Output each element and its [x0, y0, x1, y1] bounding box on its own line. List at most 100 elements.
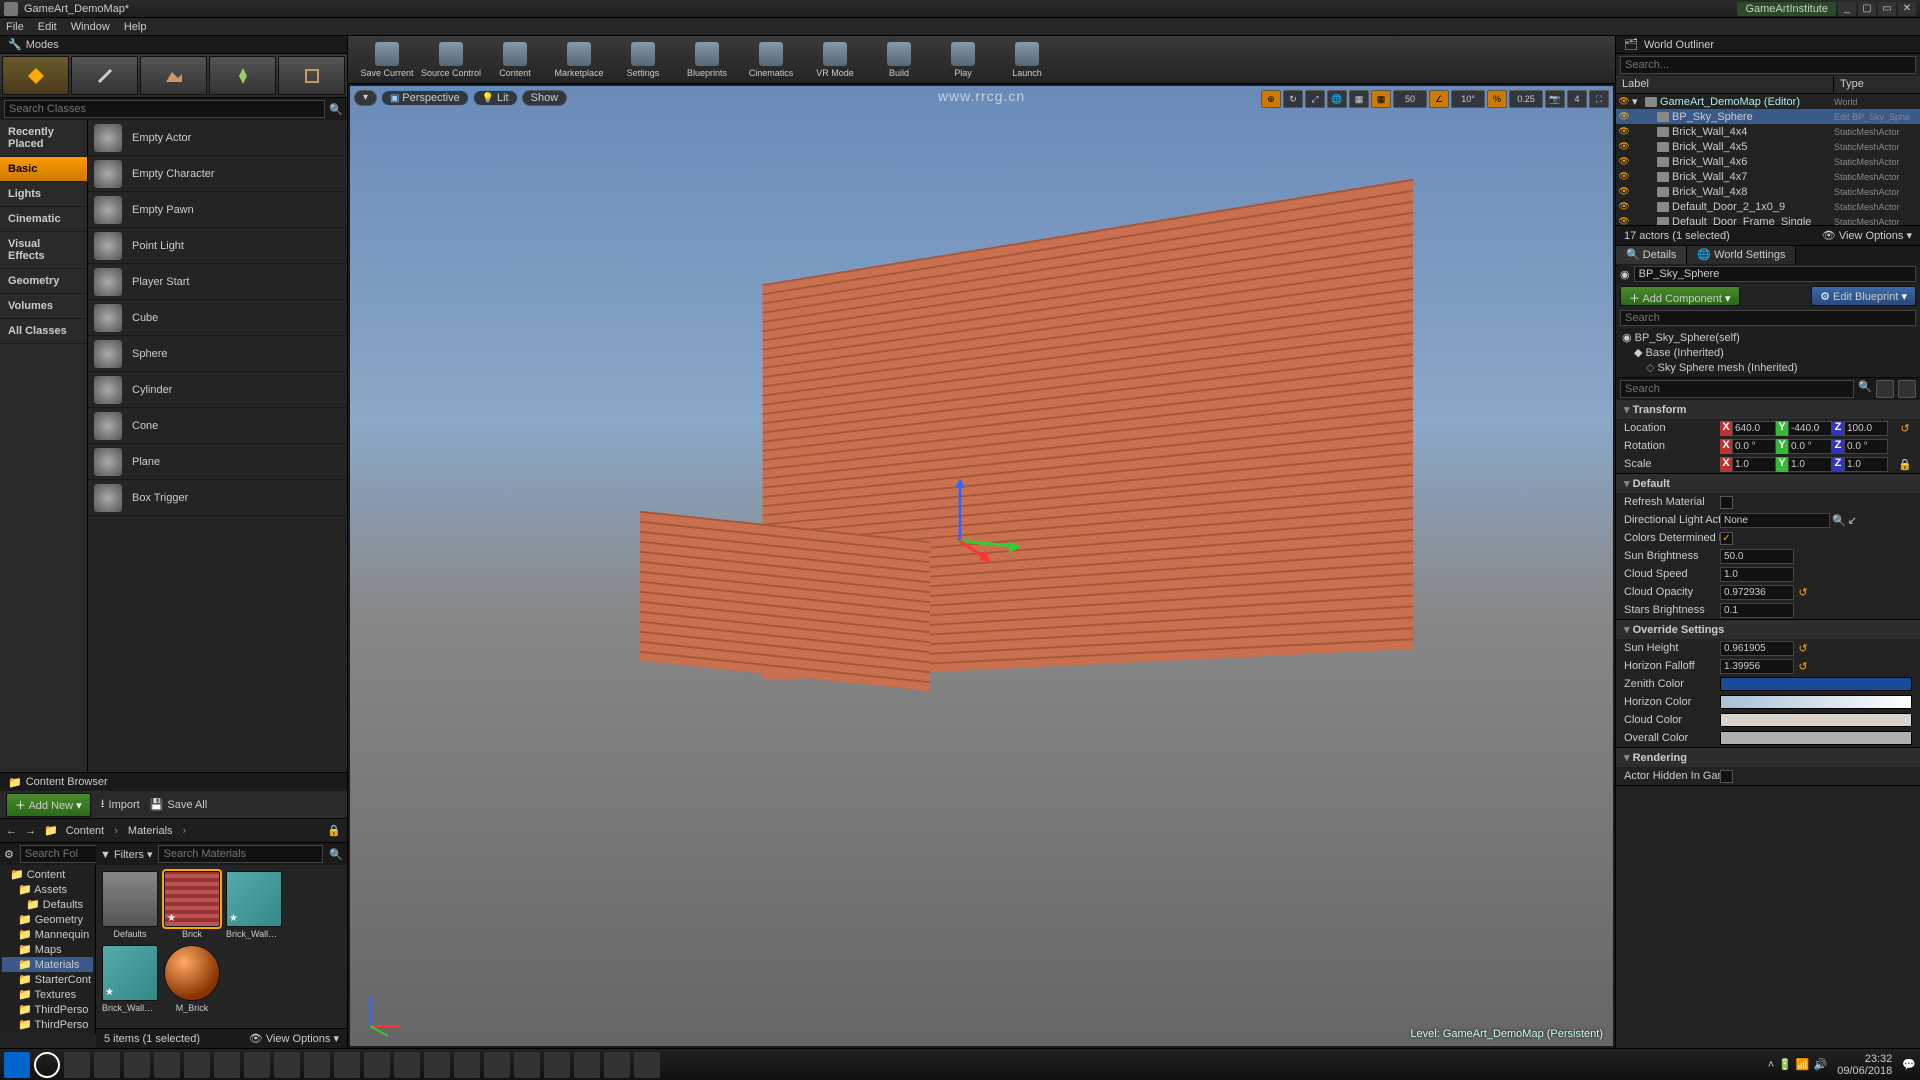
outliner-search-input[interactable] — [1620, 56, 1916, 74]
lighting-dropdown[interactable]: 💡 Lit — [473, 90, 518, 106]
reset-icon[interactable]: ↺ — [1796, 660, 1810, 673]
asset-brick[interactable]: ★Brick — [164, 871, 220, 939]
landscape-mode-icon[interactable] — [140, 56, 207, 95]
place-item[interactable]: Box Trigger — [88, 480, 347, 516]
search-icon[interactable]: 🔍 — [1858, 380, 1872, 398]
tab-world-settings[interactable]: 🌐 World Settings — [1687, 246, 1796, 264]
minimize-button[interactable]: _ — [1838, 2, 1856, 16]
modes-tab[interactable]: 🔧 Modes — [0, 36, 347, 54]
camera-speed-value[interactable]: 4 — [1567, 90, 1587, 108]
hfall-input[interactable] — [1720, 659, 1794, 674]
foliage-mode-icon[interactable] — [209, 56, 276, 95]
sunb-input[interactable] — [1720, 549, 1794, 564]
lock-path-icon[interactable]: 🔒 — [327, 824, 341, 837]
scale-snap-icon[interactable]: % — [1487, 90, 1507, 108]
toolbar-marketplace[interactable]: Marketplace — [548, 38, 610, 82]
outliner-row[interactable]: 👁Brick_Wall_4x7StaticMeshActor — [1616, 169, 1920, 184]
scl-z-input[interactable] — [1844, 457, 1888, 472]
maximize-button[interactable]: ▢ — [1858, 2, 1876, 16]
toolbar-source-control[interactable]: Source Control — [420, 38, 482, 82]
tray-volume-icon[interactable]: 🔊 — [1814, 1058, 1828, 1071]
content-browser-tab[interactable]: 📁 Content Browser — [0, 773, 347, 791]
toolbar-blueprints[interactable]: Blueprints — [676, 38, 738, 82]
search-classes-input[interactable] — [4, 100, 325, 118]
taskbar-app-19[interactable] — [604, 1052, 630, 1078]
taskbar-app-14[interactable] — [454, 1052, 480, 1078]
toolbar-build[interactable]: Build — [868, 38, 930, 82]
folder-tree-item[interactable]: 📁 Mannequin — [2, 927, 93, 942]
folder-tree-item[interactable]: 📁 Content — [2, 867, 93, 882]
folder-tree-item[interactable]: 📁 Geometry — [2, 912, 93, 927]
path-folder-icon[interactable]: 📁 — [44, 824, 58, 837]
folder-tree-item[interactable]: 📁 Assets — [2, 882, 93, 897]
override-header[interactable]: Override Settings — [1616, 620, 1920, 639]
search-icon[interactable]: 🔍 — [329, 848, 343, 861]
rendering-header[interactable]: Rendering — [1616, 748, 1920, 767]
scale-snap-value[interactable]: 0.25 — [1509, 90, 1543, 108]
copacity-input[interactable] — [1720, 585, 1794, 600]
component-search-input[interactable] — [1620, 310, 1916, 326]
tray-up-icon[interactable]: ˄ — [1768, 1059, 1774, 1071]
taskbar-app-zbrush[interactable] — [274, 1052, 300, 1078]
transform-header[interactable]: Transform — [1616, 400, 1920, 419]
outliner-root[interactable]: 👁▾GameArt_DemoMap (Editor)World — [1616, 94, 1920, 109]
component-root[interactable]: ◉ BP_Sky_Sphere(self) — [1622, 330, 1914, 345]
geometry-mode-icon[interactable] — [278, 56, 345, 95]
search-icon[interactable]: 🔍 — [329, 103, 343, 116]
search-materials-input[interactable] — [158, 845, 323, 863]
notification-icon[interactable]: 💬 — [1902, 1058, 1916, 1071]
crumb-content[interactable]: Content — [66, 825, 105, 837]
outliner-col-label[interactable]: Label — [1616, 76, 1834, 93]
hidden-checkbox[interactable] — [1720, 770, 1733, 783]
component-base[interactable]: ◆ Base (Inherited) — [1622, 345, 1914, 360]
menu-help[interactable]: Help — [124, 21, 147, 33]
maximize-viewport-icon[interactable]: ⛶ — [1589, 90, 1609, 108]
taskbar-app-11[interactable] — [364, 1052, 390, 1078]
folder-tree-item[interactable]: 📁 ThirdPerso — [2, 1002, 93, 1017]
grid-snap-icon[interactable]: ▦ — [1371, 90, 1391, 108]
object-name-input[interactable] — [1634, 266, 1916, 282]
stars-input[interactable] — [1720, 603, 1794, 618]
close-button[interactable]: ✕ — [1898, 2, 1916, 16]
angle-snap-value[interactable]: 10° — [1451, 90, 1485, 108]
sunh-input[interactable] — [1720, 641, 1794, 656]
zenith-color[interactable] — [1720, 677, 1912, 691]
component-mesh[interactable]: ◇ Sky Sphere mesh (Inherited) — [1622, 360, 1914, 375]
scl-y-input[interactable] — [1788, 457, 1832, 472]
outliner-col-type[interactable]: Type — [1834, 76, 1920, 93]
outliner-row[interactable]: 👁Brick_Wall_4x8StaticMeshActor — [1616, 184, 1920, 199]
restore-button[interactable]: ▭ — [1878, 2, 1896, 16]
reset-icon[interactable]: ↺ — [1796, 642, 1810, 655]
menu-file[interactable]: File — [6, 21, 24, 33]
taskbar-app-blender[interactable] — [244, 1052, 270, 1078]
grid-snap-value[interactable]: 50 — [1393, 90, 1427, 108]
toolbar-launch[interactable]: Launch — [996, 38, 1058, 82]
taskbar-app-15[interactable] — [484, 1052, 510, 1078]
back-icon[interactable]: ← — [6, 825, 17, 837]
folder-tree-item[interactable]: 📁 Textures — [2, 987, 93, 1002]
toolbar-content[interactable]: Content — [484, 38, 546, 82]
reset-icon[interactable]: ↺ — [1796, 586, 1810, 599]
place-category[interactable]: Volumes — [0, 294, 87, 319]
toolbar-save-current[interactable]: Save Current — [356, 38, 418, 82]
toolbar-play[interactable]: Play — [932, 38, 994, 82]
tab-details[interactable]: 🔍 Details — [1616, 246, 1687, 264]
loc-y-input[interactable] — [1788, 421, 1832, 436]
browse-icon[interactable]: 🔍 — [1832, 514, 1846, 527]
rotate-mode-icon[interactable]: ↻ — [1283, 90, 1303, 108]
taskbar-app-9[interactable] — [304, 1052, 330, 1078]
eye-filter-icon[interactable] — [1898, 380, 1916, 398]
rot-y-input[interactable] — [1788, 439, 1832, 454]
tray-wifi-icon[interactable]: 📶 — [1796, 1058, 1810, 1071]
transform-gizmo-icon[interactable] — [935, 476, 1025, 566]
import-button[interactable]: ⭳ Import — [101, 795, 140, 814]
toolbar-cinematics[interactable]: Cinematics — [740, 38, 802, 82]
toolbar-vr-mode[interactable]: VR Mode — [804, 38, 866, 82]
coord-space-icon[interactable]: 🌐 — [1327, 90, 1347, 108]
place-item[interactable]: Plane — [88, 444, 347, 480]
cdbs-checkbox[interactable] — [1720, 532, 1733, 545]
place-category[interactable]: Basic — [0, 157, 87, 182]
outliner-view-options[interactable]: 👁 View Options ▾ — [1822, 229, 1912, 242]
viewport[interactable]: www.rrcg.cn ▾ ▣ Perspective 💡 Lit Show ⊕… — [350, 86, 1613, 1046]
user-badge[interactable]: GameArtInstitute — [1737, 2, 1836, 16]
